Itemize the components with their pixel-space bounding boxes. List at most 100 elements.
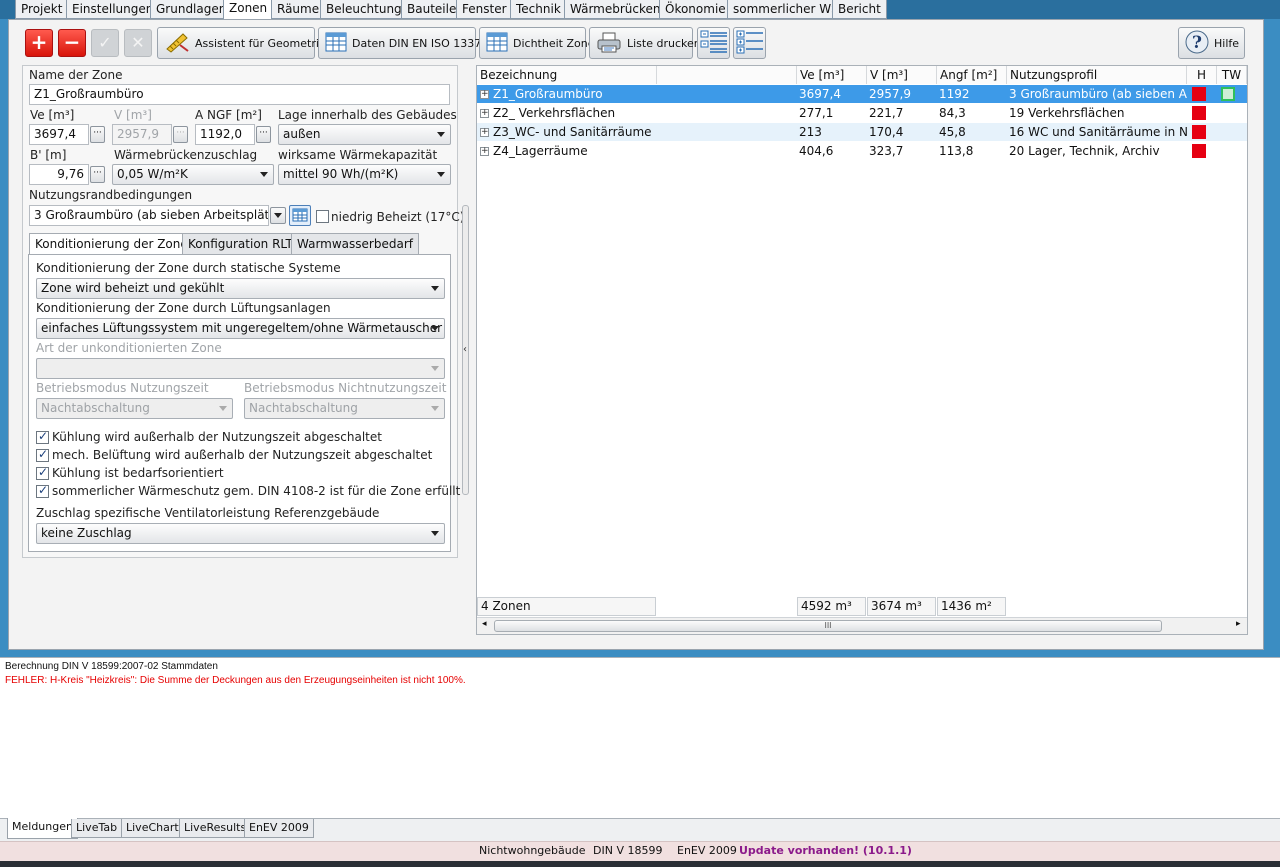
- wk-select[interactable]: mittel 90 Wh/(m²K): [278, 164, 451, 185]
- niedrig-beheizt-checkbox[interactable]: [316, 210, 329, 223]
- scroll-thumb[interactable]: III: [494, 620, 1162, 632]
- tab-fenster[interactable]: Fenster: [456, 0, 513, 19]
- angf-ellipsis-button[interactable]: ···: [256, 126, 271, 143]
- grid-header-v[interactable]: V [m³]: [867, 66, 937, 84]
- ve-ellipsis-button[interactable]: ···: [90, 126, 105, 143]
- chevron-left-icon[interactable]: ◂: [482, 619, 487, 629]
- grid-footer-ve-sum: 4592 m³: [797, 597, 866, 616]
- summer-protection-checkbox[interactable]: [36, 483, 49, 498]
- help-button[interactable]: ? Hilfe: [1178, 27, 1245, 59]
- confirm-icon[interactable]: ✓: [91, 29, 119, 57]
- tab-technik[interactable]: Technik: [510, 0, 567, 19]
- tab-warmwasserbedarf[interactable]: Warmwasserbedarf: [291, 233, 419, 255]
- chevron-right-icon[interactable]: ▸: [1236, 619, 1241, 629]
- tab-beleuchtung[interactable]: Beleuchtung: [320, 0, 408, 19]
- add-zone-button[interactable]: +: [25, 29, 53, 57]
- cooling-demand-checkbox[interactable]: [36, 465, 49, 480]
- wbz-select[interactable]: 0,05 W/m²K: [112, 164, 274, 185]
- status-update-link[interactable]: Update vorhanden! (10.1.1): [739, 844, 912, 857]
- profile-table-button[interactable]: [289, 205, 311, 226]
- nutzung-label: Nutzungsrandbedingungen: [29, 188, 193, 202]
- print-list-label: Liste drucken: [627, 36, 701, 50]
- table-row[interactable]: + Z3_WC- und Sanitärräume 213 170,4 45,8…: [477, 123, 1247, 141]
- chevron-down-icon: [431, 366, 439, 371]
- b-input[interactable]: 9,76: [29, 164, 89, 185]
- help-icon: ?: [1185, 30, 1209, 57]
- grid-horizontal-scrollbar[interactable]: ◂ III ▸: [477, 617, 1247, 634]
- table-icon: [325, 32, 347, 55]
- tab-konfiguration-rlt[interactable]: Konfiguration RLT: [182, 233, 299, 255]
- panel-splitter[interactable]: ‹: [462, 205, 469, 495]
- grid-header-angf[interactable]: Angf [m²]: [937, 66, 1007, 84]
- grid-header-tw[interactable]: TW: [1217, 66, 1247, 84]
- heat-flag-icon: [1192, 144, 1206, 158]
- zuschlag-select[interactable]: keine Zuschlag: [36, 523, 445, 544]
- v-label: V [m³]: [114, 108, 152, 122]
- ventilation-label: Konditionierung der Zone durch Lüftungsa…: [36, 301, 331, 315]
- os-taskbar: [0, 861, 1280, 867]
- expand-icon[interactable]: +: [480, 147, 489, 156]
- tab-bauteile[interactable]: Bauteile: [401, 0, 463, 19]
- tab-raeume[interactable]: Räume: [271, 0, 326, 19]
- wk-value: mittel 90 Wh/(m²K): [283, 167, 399, 181]
- tab-bericht[interactable]: Bericht: [832, 0, 887, 19]
- chevron-down-icon: [437, 132, 445, 137]
- zone-name-input[interactable]: Z1_Großraumbüro: [29, 84, 450, 105]
- geometry-assistant-button[interactable]: Assistent für Geometrie: [157, 27, 326, 59]
- angf-input[interactable]: 1192,0: [195, 124, 255, 145]
- tab-projekt[interactable]: Projekt: [15, 0, 69, 19]
- tab-waermebruecken[interactable]: Wärmebrücken: [564, 0, 667, 19]
- main-tab-strip: Projekt Einstellungen Grundlagen Zonen R…: [0, 0, 1280, 20]
- row-angf: 1192: [939, 87, 970, 101]
- cooling-off-label: Kühlung wird außerhalb der Nutzungszeit …: [52, 430, 382, 444]
- table-row[interactable]: + Z4_Lagerräume 404,6 323,7 113,8 20 Lag…: [477, 142, 1247, 160]
- tw-flag-icon: [1221, 87, 1235, 101]
- ventilation-off-checkbox[interactable]: [36, 447, 49, 462]
- tab-einstellungen[interactable]: Einstellungen: [66, 0, 160, 19]
- chevron-down-icon: [260, 172, 268, 177]
- tab-konditionierung[interactable]: Konditionierung der Zone: [29, 233, 194, 256]
- zone-density-button[interactable]: Dichtheit Zone: [479, 27, 594, 59]
- tab-grundlagen[interactable]: Grundlagen: [150, 0, 233, 19]
- tab-sommerlicher-ws[interactable]: sommerlicher WS: [727, 0, 845, 19]
- expand-icon[interactable]: +: [480, 109, 489, 118]
- table-row[interactable]: + Z1_Großraumbüro 3697,4 2957,9 1192 3 G…: [477, 85, 1247, 103]
- nutzung-input[interactable]: 3 Großraumbüro (ab sieben Arbeitsplätze): [29, 205, 269, 226]
- collapse-all-button[interactable]: [697, 27, 730, 59]
- row-v: 170,4: [869, 125, 904, 139]
- grid-header-nutzungsprofil[interactable]: Nutzungsprofil: [1007, 66, 1187, 84]
- ve-input[interactable]: 3697,4: [29, 124, 89, 145]
- list-collapse-icon: [700, 29, 728, 58]
- heat-flag-icon: [1192, 87, 1206, 101]
- grid-header-ve[interactable]: Ve [m³]: [797, 66, 867, 84]
- expand-icon[interactable]: +: [480, 90, 489, 99]
- tab-oekonomie[interactable]: Ökonomie: [659, 0, 732, 19]
- expand-all-button[interactable]: [733, 27, 766, 59]
- tab-meldungen[interactable]: Meldungen: [7, 818, 78, 839]
- ventilation-select[interactable]: einfaches Lüftungssystem mit ungeregelte…: [36, 318, 445, 339]
- wbz-value: 0,05 W/m²K: [117, 167, 188, 181]
- cooling-off-checkbox[interactable]: [36, 429, 49, 444]
- static-systems-select[interactable]: Zone wird beheizt und gekühlt: [36, 278, 445, 299]
- grid-header-bezeichnung[interactable]: Bezeichnung: [477, 66, 657, 84]
- tab-livetab[interactable]: LiveTab: [71, 819, 123, 838]
- message-error: FEHLER: H-Kreis "Heizkreis": Die Summe d…: [5, 675, 466, 686]
- help-label: Hilfe: [1214, 36, 1240, 50]
- remove-zone-button[interactable]: −: [58, 29, 86, 57]
- expand-icon[interactable]: +: [480, 128, 489, 137]
- b-ellipsis-button[interactable]: ···: [90, 166, 105, 183]
- row-ve: 213: [799, 125, 822, 139]
- tab-livechart[interactable]: LiveChart: [121, 819, 184, 838]
- din-data-button[interactable]: Daten DIN EN ISO 13370: [318, 27, 488, 59]
- nutzung-dropdown-button[interactable]: [270, 207, 286, 224]
- cancel-icon[interactable]: ✕: [124, 29, 152, 57]
- row-v: 221,7: [869, 106, 904, 120]
- table-row[interactable]: + Z2_ Verkehrsflächen 277,1 221,7 84,3 1…: [477, 104, 1247, 122]
- row-bezeichnung: Z1_Großraumbüro: [493, 87, 603, 101]
- tab-liveresults[interactable]: LiveResults: [179, 819, 252, 838]
- grid-header-h[interactable]: H: [1187, 66, 1217, 84]
- print-list-button[interactable]: Liste drucken: [589, 27, 701, 59]
- tab-zonen[interactable]: Zonen: [223, 0, 274, 20]
- tab-enev-2009[interactable]: EnEV 2009: [244, 819, 314, 838]
- lage-select[interactable]: außen: [278, 124, 451, 145]
